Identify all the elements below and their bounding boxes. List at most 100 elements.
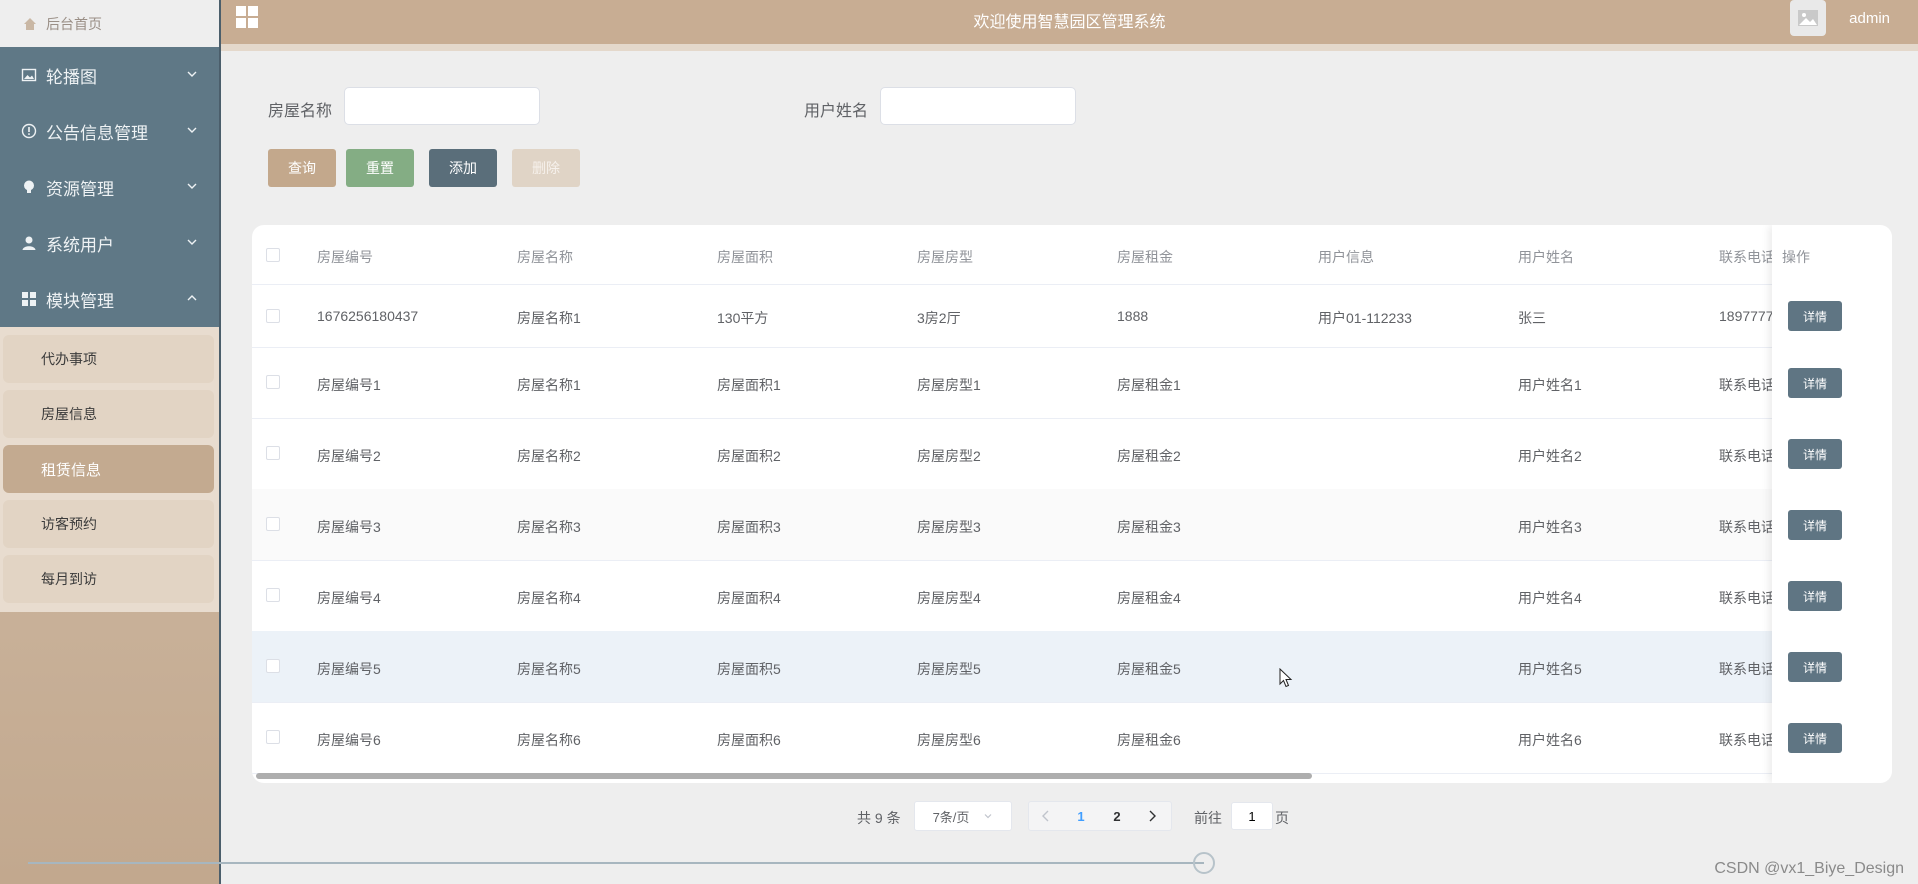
select-all-checkbox[interactable] bbox=[266, 248, 280, 262]
info-icon bbox=[20, 122, 38, 140]
username[interactable]: admin bbox=[1849, 10, 1890, 27]
cell-house-type: 3房2厅 bbox=[917, 310, 961, 326]
detail-button[interactable]: 详情 bbox=[1788, 368, 1842, 398]
table-row[interactable]: 房屋编号1 房屋名称1 房屋面积1 房屋房型1 房屋租金1 用户姓名1 联系电话 bbox=[252, 347, 1892, 419]
chevron-down-icon bbox=[187, 183, 197, 189]
header-divider bbox=[221, 44, 1918, 51]
pagination-total: 共 9 条 bbox=[857, 810, 901, 826]
sidebar-item-users[interactable]: 系统用户 bbox=[0, 215, 219, 271]
col-header: 用户姓名 bbox=[1518, 249, 1574, 265]
cell-house-type: 房屋房型5 bbox=[917, 661, 981, 677]
page-number[interactable]: 2 bbox=[1099, 809, 1135, 824]
cell-house-rent: 1888 bbox=[1117, 308, 1149, 324]
add-button[interactable]: 添加 bbox=[429, 149, 497, 187]
cell-house-name: 房屋名称5 bbox=[517, 661, 581, 677]
user-icon bbox=[20, 234, 38, 252]
cell-house-type: 房屋房型2 bbox=[917, 448, 981, 464]
cell-house-type: 房屋房型4 bbox=[917, 590, 981, 606]
sidebar-subitem-lease[interactable]: 租赁信息 bbox=[3, 445, 214, 493]
col-header: 房屋面积 bbox=[717, 249, 773, 265]
table-header: 房屋编号 房屋名称 房屋面积 房屋房型 房屋租金 用户信息 用户姓名 联系电话 bbox=[252, 225, 1892, 285]
page-size-select[interactable]: 7条/页 bbox=[914, 801, 1012, 831]
table-row[interactable]: 房屋编号6 房屋名称6 房屋面积6 房屋房型6 房屋租金6 用户姓名6 联系电话 bbox=[252, 702, 1892, 774]
cell-house-area: 房屋面积6 bbox=[717, 732, 781, 748]
row-checkbox[interactable] bbox=[266, 659, 280, 673]
cell-house-rent: 房屋租金2 bbox=[1117, 448, 1181, 464]
page-number-active[interactable]: 1 bbox=[1063, 809, 1099, 824]
row-checkbox[interactable] bbox=[266, 730, 280, 744]
cell-house-area: 房屋面积4 bbox=[717, 590, 781, 606]
sidebar-item-notice[interactable]: 公告信息管理 bbox=[0, 103, 219, 159]
query-button[interactable]: 查询 bbox=[268, 149, 336, 187]
col-header: 房屋编号 bbox=[317, 249, 373, 265]
reset-button[interactable]: 重置 bbox=[346, 149, 414, 187]
delete-button[interactable]: 删除 bbox=[512, 149, 580, 187]
cell-user-name: 用户姓名3 bbox=[1518, 519, 1582, 535]
horizontal-scrollbar[interactable] bbox=[256, 773, 1312, 779]
cell-user-name: 用户姓名5 bbox=[1518, 661, 1582, 677]
cell-house-rent: 房屋租金3 bbox=[1117, 519, 1181, 535]
table-row[interactable]: 1676256180437 房屋名称1 130平方 3房2厅 1888 用户01… bbox=[252, 284, 1892, 348]
cell-phone: 联系电话 bbox=[1719, 661, 1775, 677]
cell-house-rent: 房屋租金6 bbox=[1117, 732, 1181, 748]
detail-button[interactable]: 详情 bbox=[1788, 439, 1842, 469]
detail-button[interactable]: 详情 bbox=[1788, 652, 1842, 682]
sidebar-home[interactable]: 后台首页 bbox=[0, 0, 219, 47]
table-row[interactable]: 房屋编号2 房屋名称2 房屋面积2 房屋房型2 房屋租金2 用户姓名2 联系电话 bbox=[252, 418, 1892, 490]
table-row[interactable]: 房屋编号3 房屋名称3 房屋面积3 房屋房型3 房屋租金3 用户姓名3 联系电话 bbox=[252, 489, 1892, 561]
bulb-icon bbox=[20, 178, 38, 196]
sidebar-subitem-house[interactable]: 房屋信息 bbox=[3, 390, 214, 438]
cell-house-area: 130平方 bbox=[717, 310, 769, 326]
detail-button[interactable]: 详情 bbox=[1788, 510, 1842, 540]
user-name-input[interactable] bbox=[880, 87, 1076, 125]
col-header: 房屋租金 bbox=[1117, 249, 1173, 265]
cell-house-type: 房屋房型1 bbox=[917, 377, 981, 393]
sidebar-item-label: 轮播图 bbox=[46, 67, 97, 87]
goto-page-input[interactable] bbox=[1231, 802, 1273, 830]
sidebar-item-modules[interactable]: 模块管理 bbox=[0, 271, 219, 327]
detail-button[interactable]: 详情 bbox=[1788, 581, 1842, 611]
home-icon bbox=[22, 16, 38, 32]
sidebar-subitem-todo[interactable]: 代办事项 bbox=[3, 335, 214, 383]
cell-house-rent: 房屋租金1 bbox=[1117, 377, 1181, 393]
cell-phone: 联系电话 bbox=[1719, 519, 1775, 535]
cell-house-name: 房屋名称4 bbox=[517, 590, 581, 606]
detail-button[interactable]: 详情 bbox=[1788, 301, 1842, 331]
cell-house-name: 房屋名称2 bbox=[517, 448, 581, 464]
sidebar-subitem-visitor[interactable]: 访客预约 bbox=[3, 500, 214, 548]
col-header: 联系电话 bbox=[1719, 249, 1775, 265]
cell-user-info: 用户01-112233 bbox=[1318, 310, 1412, 326]
watermark-text: CSDN @vx1_Biye_Design bbox=[1714, 860, 1904, 877]
data-table: 房屋编号 房屋名称 房屋面积 房屋房型 房屋租金 用户信息 用户姓名 联系电话 … bbox=[252, 225, 1892, 783]
user-name-label: 用户姓名 bbox=[804, 103, 869, 120]
page-size-value: 7条/页 bbox=[932, 809, 970, 825]
top-header: 欢迎使用智慧园区管理系统 admin bbox=[221, 0, 1918, 44]
cell-phone: 联系电话 bbox=[1719, 377, 1775, 393]
cell-house-area: 房屋面积2 bbox=[717, 448, 781, 464]
chevron-up-icon bbox=[187, 295, 197, 301]
row-checkbox[interactable] bbox=[266, 517, 280, 531]
row-checkbox[interactable] bbox=[266, 375, 280, 389]
row-checkbox[interactable] bbox=[266, 309, 280, 323]
sidebar-item-resource[interactable]: 资源管理 bbox=[0, 159, 219, 215]
table-row[interactable]: 房屋编号5 房屋名称5 房屋面积5 房屋房型5 房屋租金5 用户姓名5 联系电话 bbox=[252, 631, 1892, 703]
sidebar-item-carousel[interactable]: 轮播图 bbox=[0, 47, 219, 103]
row-checkbox[interactable] bbox=[266, 588, 280, 602]
sidebar-menu: 轮播图 公告信息管理 资源管理 系统用户 模块管理 bbox=[0, 47, 219, 327]
detail-button[interactable]: 详情 bbox=[1788, 723, 1842, 753]
avatar[interactable] bbox=[1790, 0, 1826, 36]
next-page-icon[interactable] bbox=[1135, 802, 1169, 830]
pager: 1 2 bbox=[1028, 801, 1172, 831]
row-checkbox[interactable] bbox=[266, 446, 280, 460]
cell-house-no: 房屋编号2 bbox=[317, 448, 381, 464]
goto-suffix: 页 bbox=[1275, 810, 1289, 826]
sidebar-subitem-monthly[interactable]: 每月到访 bbox=[3, 555, 214, 603]
cell-phone: 联系电话 bbox=[1719, 590, 1775, 606]
bottom-slider[interactable] bbox=[0, 852, 1918, 874]
cell-house-no: 1676256180437 bbox=[317, 308, 419, 324]
prev-page-icon[interactable] bbox=[1029, 802, 1063, 830]
table-row[interactable]: 房屋编号4 房屋名称4 房屋面积4 房屋房型4 房屋租金4 用户姓名4 联系电话 bbox=[252, 560, 1892, 632]
cell-house-no: 房屋编号3 bbox=[317, 519, 381, 535]
house-name-input[interactable] bbox=[344, 87, 540, 125]
avatar-image-icon bbox=[1798, 10, 1818, 26]
